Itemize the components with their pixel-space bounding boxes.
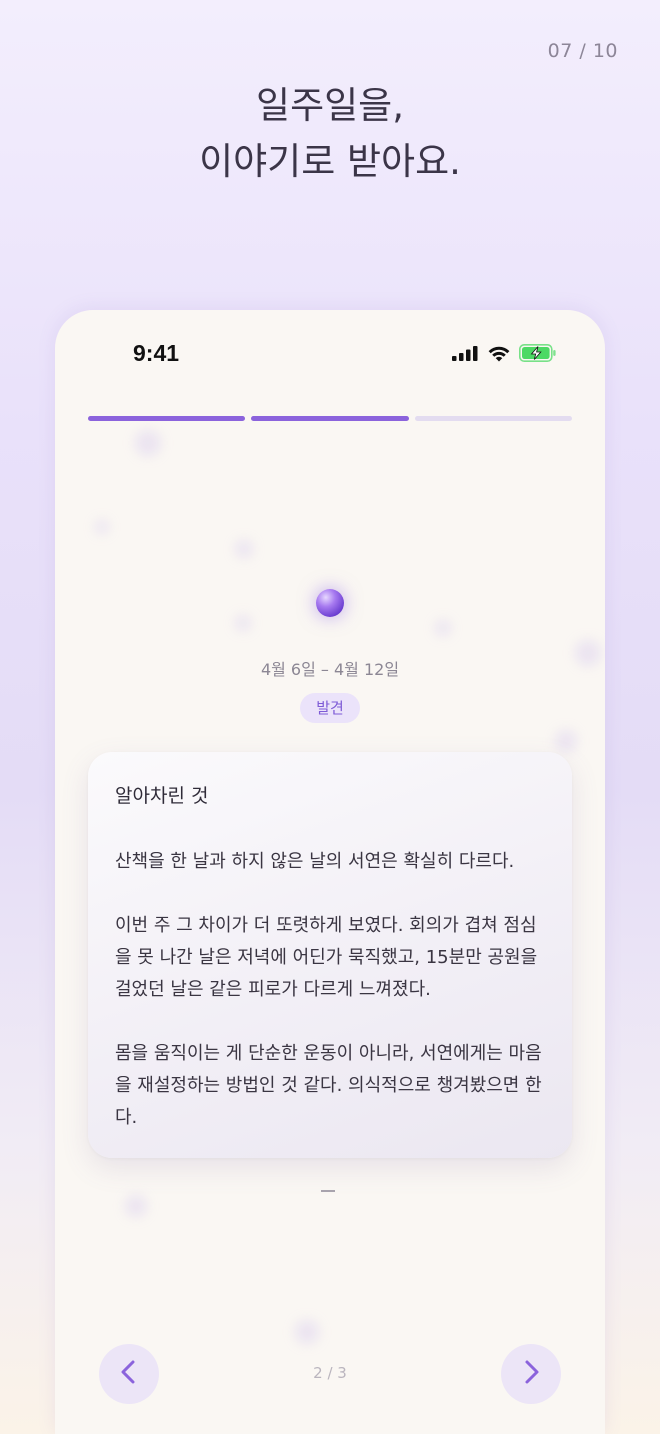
category-badge: 발견 [300,693,360,723]
background-sparkle [135,430,161,456]
card-paragraph-2: 이번 주 그 차이가 더 또렷하게 보였다. 회의가 겹쳐 점심을 못 나간 날… [115,915,538,1000]
background-sparkle [95,520,109,534]
progress-segment-2 [251,416,409,421]
background-sparkle [125,1195,147,1217]
progress-segment-1 [88,416,246,421]
background-sparkle [295,1320,319,1344]
background-sparkle [235,615,251,631]
story-progress-bar [88,416,572,421]
headline: 일주일을, 이야기로 받아요. [0,78,660,190]
background-sparkle [235,540,253,558]
card-title: 알아차린 것 [115,785,209,807]
card-paragraph-3: 몸을 움직이는 게 단순한 운동이 아니라, 서연에게는 마음을 재설정하는 방… [115,1043,542,1128]
orb-icon [316,589,344,617]
card-paragraph-1: 산책을 한 날과 하지 않은 날의 서연은 확실히 다르다. [115,851,515,872]
headline-line-2: 이야기로 받아요. [199,140,461,183]
battery-charging-icon [519,344,557,366]
background-sparkle [555,730,577,752]
headline-line-1: 일주일을, [256,84,404,127]
story-card: 알아차린 것 산책을 한 날과 하지 않은 날의 서연은 확실히 다르다. 이번… [88,752,572,1158]
status-icons [452,344,557,366]
wifi-icon [487,345,511,366]
background-sparkle [435,620,451,636]
chevron-right-icon [520,1359,542,1389]
progress-segment-3 [414,416,572,421]
status-time: 9:41 [133,340,180,366]
next-button[interactable] [501,1344,561,1404]
status-bar: 9:41 [55,340,605,370]
footer-dash [321,1190,335,1192]
cellular-signal-icon [452,345,479,365]
phone-mockup: 9:41 4월 6일 – 4월 12일 발견 알아차린 것 산책을 한 날과 하… [55,310,605,1434]
page-counter: 07 / 10 [547,40,618,62]
date-range: 4월 6일 – 4월 12일 [260,660,400,679]
